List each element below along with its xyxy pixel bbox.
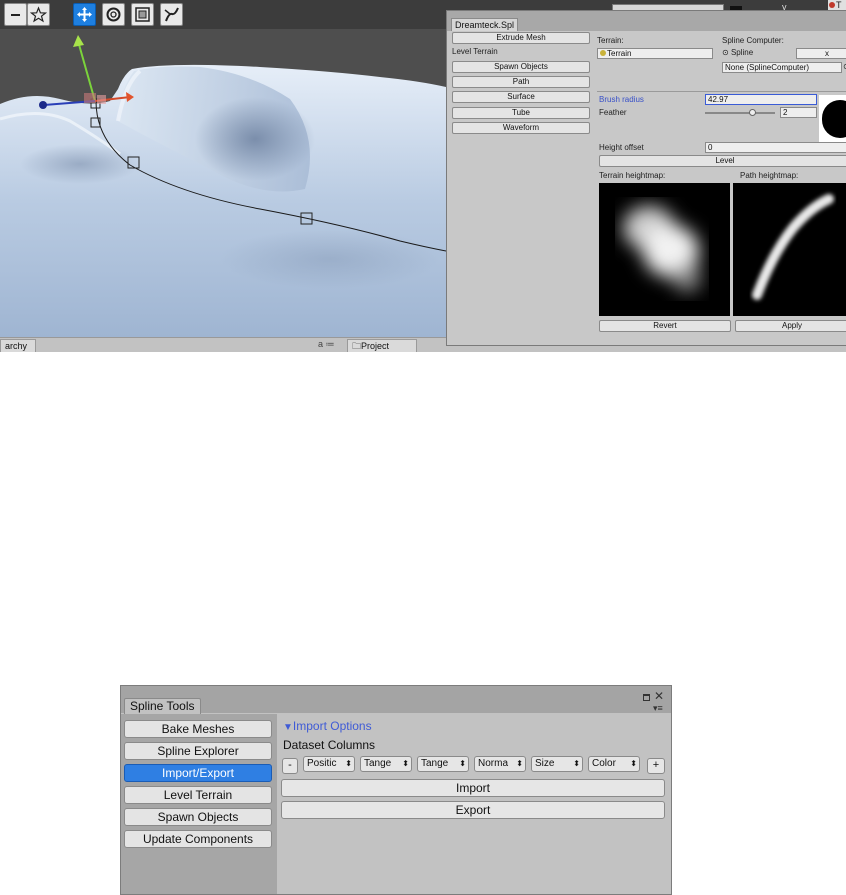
- level-terrain-label: Level Terrain: [452, 47, 498, 56]
- column-dropdown-tangent-2[interactable]: Tange ⬍: [417, 756, 469, 772]
- dreamteck-tools-panel: Dreamteck.Spl Extrude Mesh Level Terrain…: [446, 10, 846, 346]
- add-column-button[interactable]: +: [647, 758, 665, 774]
- sidebar-item-level-terrain[interactable]: Level Terrain: [124, 786, 272, 804]
- extrude-mesh-button[interactable]: Extrude Mesh: [452, 32, 590, 44]
- foldout-arrow-icon: ▼: [283, 722, 293, 733]
- dropdown-arrow-icon: ⬍: [345, 759, 352, 768]
- terrain-field[interactable]: Terrain: [597, 48, 713, 59]
- feather-slider-thumb[interactable]: [749, 109, 757, 116]
- import-options-foldout[interactable]: ▼Import Options: [283, 719, 372, 733]
- surface-button[interactable]: Surface: [452, 91, 590, 103]
- radio-icon[interactable]: ⊙: [722, 48, 729, 57]
- dreamteck-tab[interactable]: Dreamteck.Spl: [451, 18, 519, 31]
- sidebar-item-spawn-objects[interactable]: Spawn Objects: [124, 808, 272, 826]
- sidebar-item-bake-meshes[interactable]: Bake Meshes: [124, 720, 272, 738]
- sidebar-item-update-components[interactable]: Update Components: [124, 830, 272, 848]
- scale-tool-icon[interactable]: [131, 3, 154, 26]
- brush-preview: [819, 95, 846, 143]
- move-tool-icon[interactable]: [73, 3, 96, 26]
- brush-radius-field[interactable]: 42.97: [705, 94, 817, 105]
- remove-column-button[interactable]: -: [282, 758, 298, 774]
- dropdown-arrow-icon: ⬍: [402, 759, 409, 768]
- feather-field[interactable]: 2: [780, 107, 817, 118]
- feather-slider[interactable]: [705, 109, 775, 116]
- export-button[interactable]: Export: [281, 801, 665, 819]
- terrain-heightmap-image: [599, 183, 730, 316]
- dropdown-arrow-icon: ⬍: [630, 759, 637, 768]
- hierarchy-tab[interactable]: archy: [0, 339, 36, 352]
- column-dropdown-position[interactable]: Positic ⬍: [303, 756, 355, 772]
- sidebar-item-spline-explorer[interactable]: Spline Explorer: [124, 742, 272, 760]
- path-heightmap-label: Path heightmap:: [740, 171, 799, 180]
- column-dropdown-normal[interactable]: Norma ⬍: [474, 756, 526, 772]
- section-divider: [597, 91, 846, 92]
- lock-icon[interactable]: a ≔: [318, 339, 335, 350]
- level-button[interactable]: Level: [599, 155, 846, 167]
- minus-icon[interactable]: [4, 3, 27, 26]
- star-icon[interactable]: [27, 3, 50, 26]
- dropdown-arrow-icon: ⬍: [459, 759, 466, 768]
- spline-tool-icon[interactable]: [160, 3, 183, 26]
- record-icon: [829, 2, 835, 8]
- brush-preview-circle: [822, 100, 846, 138]
- dropdown-arrow-icon: ⬍: [516, 759, 523, 768]
- apply-button[interactable]: Apply: [735, 320, 846, 332]
- spline-tools-window: Spline Tools ✕ ▾≡ Bake Meshes Spline Exp…: [120, 685, 672, 895]
- dropdown-arrow-icon: ⬍: [573, 759, 580, 768]
- rotate-tool-icon[interactable]: [102, 3, 125, 26]
- spline-object-field[interactable]: None (SplineComputer): [722, 62, 842, 73]
- terrain-icon: [600, 50, 606, 56]
- spline-computer-label: Spline Computer:: [722, 36, 784, 45]
- tube-button[interactable]: Tube: [452, 107, 590, 119]
- height-offset-field[interactable]: 0: [705, 142, 846, 153]
- height-offset-label: Height offset: [599, 143, 644, 152]
- revert-button[interactable]: Revert: [599, 320, 731, 332]
- project-tab[interactable]: 🗀Project: [347, 339, 417, 352]
- sidebar-item-import-export[interactable]: Import/Export: [124, 764, 272, 782]
- waveform-button[interactable]: Waveform: [452, 122, 590, 134]
- dataset-columns-label: Dataset Columns: [283, 738, 376, 752]
- maximize-icon[interactable]: [643, 694, 650, 701]
- import-button[interactable]: Import: [281, 779, 665, 797]
- spline-tools-sidebar: Bake Meshes Spline Explorer Import/Expor…: [121, 714, 277, 894]
- spawn-objects-button[interactable]: Spawn Objects: [452, 61, 590, 73]
- spline-clear-button[interactable]: x: [796, 48, 846, 59]
- column-dropdown-color[interactable]: Color ⬍: [588, 756, 640, 772]
- brush-radius-label: Brush radius: [599, 95, 644, 104]
- import-export-panel: ▼Import Options Dataset Columns - Positi…: [277, 714, 671, 894]
- spline-tools-tab[interactable]: Spline Tools: [124, 698, 201, 714]
- terrain-label: Terrain:: [597, 36, 624, 45]
- scene-editor-screenshot: y T archy a ≔ 🗀Project Dreamteck.Spl Ext…: [0, 0, 846, 352]
- window-menu-icon[interactable]: ▾≡: [653, 703, 663, 714]
- close-icon[interactable]: ✕: [654, 690, 664, 702]
- path-button[interactable]: Path: [452, 76, 590, 88]
- terrain-heightmap-label: Terrain heightmap:: [599, 171, 666, 180]
- window-tab-bar: Spline Tools ✕ ▾≡: [121, 686, 671, 714]
- spline-label: ⊙ Spline: [722, 48, 754, 57]
- column-dropdown-size[interactable]: Size ⬍: [531, 756, 583, 772]
- folder-icon: 🗀: [352, 341, 362, 351]
- column-dropdown-tangent[interactable]: Tange ⬍: [360, 756, 412, 772]
- feather-label: Feather: [599, 108, 627, 117]
- path-heightmap-image: [733, 183, 846, 316]
